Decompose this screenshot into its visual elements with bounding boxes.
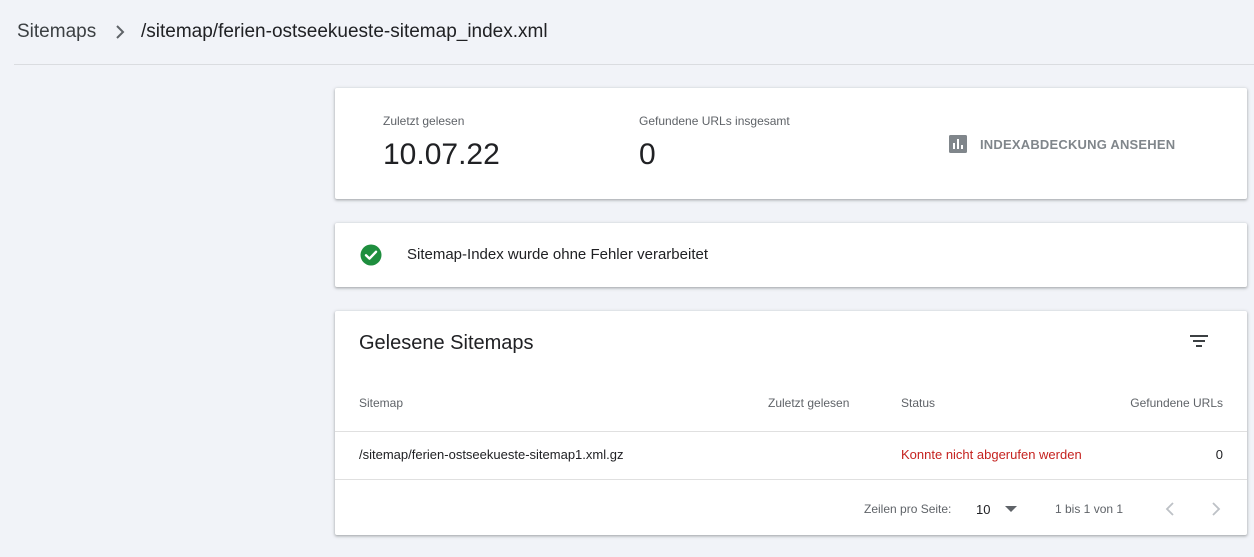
header-divider <box>14 64 1254 65</box>
last-read-label: Zuletzt gelesen <box>383 114 465 128</box>
found-urls-value: 0 <box>639 138 656 171</box>
index-coverage-label: INDEXABDECKUNG ANSEHEN <box>980 136 1176 152</box>
row-sitemap-cell[interactable]: /sitemap/ferien-ostseekueste-sitemap1.xm… <box>359 447 623 462</box>
column-header-last-read[interactable]: Zuletzt gelesen <box>768 396 849 410</box>
table-title: Gelesene Sitemaps <box>359 332 534 354</box>
status-message: Sitemap-Index wurde ohne Fehler verarbei… <box>407 246 708 263</box>
chevron-left-icon[interactable] <box>1159 497 1183 521</box>
column-header-sitemap[interactable]: Sitemap <box>359 396 403 410</box>
chevron-right-icon <box>116 25 125 39</box>
filter-icon[interactable] <box>1185 331 1213 351</box>
summary-card: Zuletzt gelesen 10.07.22 Gefundene URLs … <box>335 88 1247 199</box>
breadcrumb-sitemaps-link[interactable]: Sitemaps <box>17 21 96 43</box>
rows-per-page-label: Zeilen pro Seite: <box>864 502 952 516</box>
index-coverage-button[interactable]: INDEXABDECKUNG ANSEHEN <box>948 133 1175 155</box>
pagination-range: 1 bis 1 von 1 <box>1055 502 1124 516</box>
read-sitemaps-card: Gelesene Sitemaps Sitemap Zuletzt gelese… <box>335 311 1247 535</box>
row-found-urls-cell: 0 <box>1215 447 1223 462</box>
row-status-cell: Konnte nicht abgerufen werden <box>901 447 1082 462</box>
bar-chart-icon <box>949 135 967 153</box>
column-header-found-urls[interactable]: Gefundene URLs <box>1130 396 1223 410</box>
page-header: Sitemaps /sitemap/ferien-ostseekueste-si… <box>0 0 1254 64</box>
chevron-right-icon[interactable] <box>1203 497 1227 521</box>
check-circle-icon <box>360 244 382 266</box>
header-divider <box>335 431 1247 432</box>
last-read-value: 10.07.22 <box>383 138 500 171</box>
row-divider <box>335 479 1247 480</box>
dropdown-arrow-icon <box>1005 506 1017 512</box>
page-title: /sitemap/ferien-ostseekueste-sitemap_ind… <box>141 21 548 42</box>
found-urls-label: Gefundene URLs insgesamt <box>639 114 790 128</box>
status-card: Sitemap-Index wurde ohne Fehler verarbei… <box>335 223 1247 287</box>
column-header-status[interactable]: Status <box>901 396 935 410</box>
rows-per-page-value: 10 <box>976 502 991 517</box>
rows-per-page-select[interactable]: 10 <box>976 497 1024 521</box>
